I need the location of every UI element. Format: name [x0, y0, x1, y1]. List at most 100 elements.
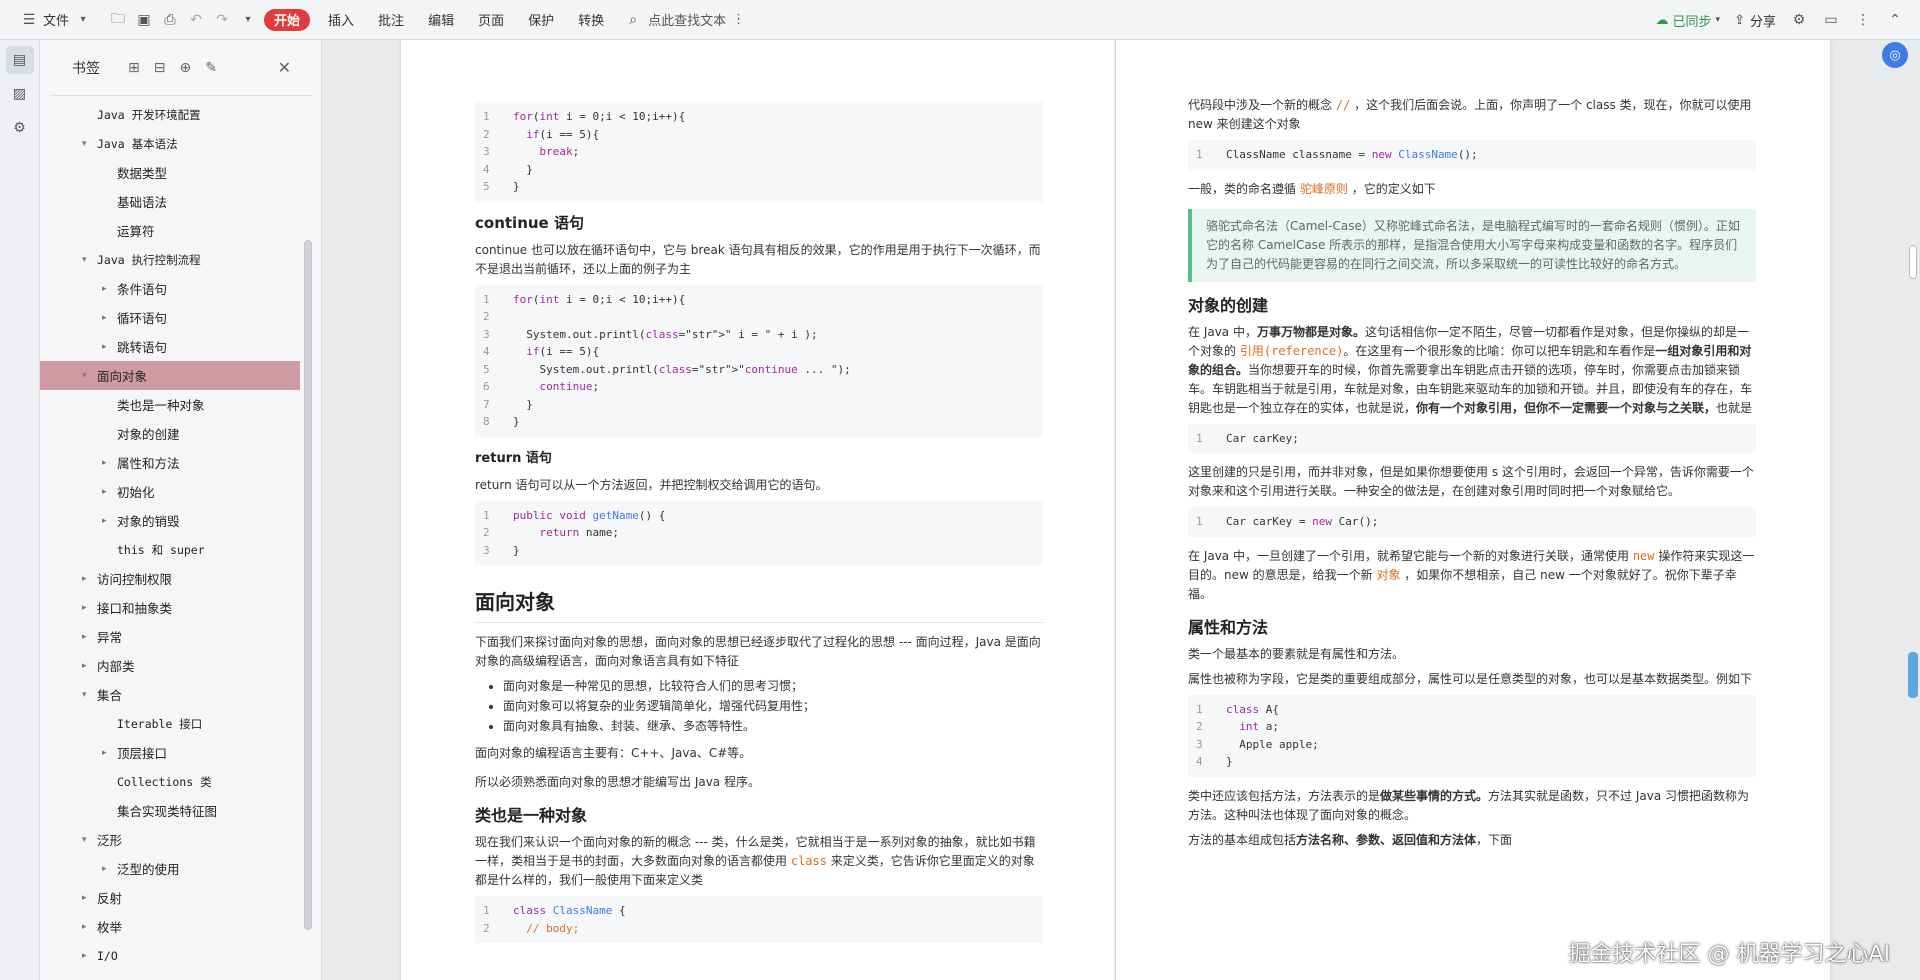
tools-icon[interactable]: ⚙	[6, 114, 34, 142]
undo-icon[interactable]: ↶	[186, 11, 206, 29]
bookmark-item[interactable]: ▾ 集合	[40, 680, 300, 709]
scroll-thumb[interactable]	[304, 240, 312, 930]
redo-icon[interactable]: ↷	[212, 11, 232, 29]
expanded-arrow-icon[interactable]: ▾	[82, 371, 94, 381]
print-icon[interactable]: ⎙	[160, 11, 180, 29]
zoom-slider[interactable]	[1908, 652, 1918, 698]
expanded-arrow-icon[interactable]: ▾	[82, 835, 94, 845]
bookmark-item[interactable]: ▸ 接口和抽象类	[40, 593, 300, 622]
line-number: 3	[483, 327, 490, 341]
collapse-all-icon[interactable]: ⊟	[154, 60, 166, 76]
code-line: 3 System.out.printl(class="str">" i = " …	[483, 326, 1035, 344]
collapse-icon[interactable]: ⌃	[1886, 11, 1904, 29]
bookmark-item[interactable]: ▸ 枚举	[40, 912, 300, 941]
bookmark-item[interactable]: 集合实现类特征图	[40, 796, 300, 825]
paragraph: 面向对象的编程语言主要有：C++、Java、C#等。	[475, 746, 752, 760]
bookmark-label: I/O	[97, 948, 118, 963]
bookmark-item[interactable]: ▸ 异常	[40, 622, 300, 651]
code-line: 4 if(i == 5){	[483, 343, 1035, 361]
collapsed-arrow-icon[interactable]: ▸	[82, 951, 94, 961]
expanded-arrow-icon[interactable]: ▾	[82, 255, 94, 265]
find-text-box[interactable]: ⌕ 点此查找文本 ⋮	[624, 10, 745, 30]
bookmark-item[interactable]: this 和 super	[40, 535, 300, 564]
collapsed-arrow-icon[interactable]: ▸	[82, 922, 94, 932]
collapsed-arrow-icon[interactable]: ▸	[82, 893, 94, 903]
bookmark-item[interactable]: ▸ 跳转语句	[40, 332, 300, 361]
collapsed-arrow-icon[interactable]: ▸	[102, 487, 114, 497]
bookmark-item[interactable]: ▸ 反射	[40, 883, 300, 912]
document-scrollbar[interactable]	[1906, 40, 1920, 980]
scroll-thumb[interactable]	[1909, 245, 1917, 279]
assistant-icon[interactable]: ◎	[1882, 42, 1908, 68]
bold-text: 方法名称、参数、返回值和方法体	[1296, 832, 1477, 847]
collapsed-arrow-icon[interactable]: ▸	[102, 342, 114, 352]
bookmark-item[interactable]: ▸ 条件语句	[40, 274, 300, 303]
tab-insert[interactable]: 插入	[316, 10, 366, 29]
expanded-arrow-icon[interactable]: ▾	[82, 690, 94, 700]
sync-status[interactable]: ☁ 已同步 ▾	[1656, 11, 1721, 30]
code-text: System.out.printl(class="str">" i = " + …	[513, 327, 818, 341]
bookmark-item[interactable]: ▾ Java 基本语法	[40, 129, 300, 158]
settings-icon[interactable]: ⚙	[1790, 11, 1808, 29]
bookmark-item[interactable]: ▾ Java 执行控制流程	[40, 245, 300, 274]
collapsed-arrow-icon[interactable]: ▸	[102, 748, 114, 758]
bookmark-label: 对象的创建	[117, 427, 180, 442]
expand-all-icon[interactable]: ⊞	[128, 60, 140, 76]
bookmark-label: 接口和抽象类	[97, 601, 173, 616]
collapsed-arrow-icon[interactable]: ▸	[102, 864, 114, 874]
search-icon: ⌕	[629, 11, 638, 28]
bookmark-item[interactable]: ▾ 泛形	[40, 825, 300, 854]
bookmark-item[interactable]: Collections 类	[40, 767, 300, 796]
bookmark-item[interactable]: 数据类型	[40, 158, 300, 187]
bookmark-item[interactable]: ▾ 面向对象	[40, 361, 300, 390]
tab-edit[interactable]: 编辑	[416, 10, 466, 29]
bookmark-item[interactable]: ▸ 初始化	[40, 477, 300, 506]
add-bookmark-icon[interactable]: ⊕	[179, 60, 191, 76]
more-icon[interactable]: ⋮	[1854, 11, 1872, 29]
bookmark-item[interactable]: 对象的创建	[40, 419, 300, 448]
bookmark-item[interactable]: ▸ 内部类	[40, 651, 300, 680]
bookmark-item[interactable]: ▸ 泛型的使用	[40, 854, 300, 883]
collapsed-arrow-icon[interactable]: ▸	[102, 516, 114, 526]
tab-convert[interactable]: 转换	[566, 10, 616, 29]
file-menu[interactable]: ☰ 文件 ▾	[12, 6, 100, 34]
bookmark-item[interactable]: 类也是一种对象	[40, 390, 300, 419]
collapsed-arrow-icon[interactable]: ▸	[82, 632, 94, 642]
bookmark-item[interactable]: Iterable 接口	[40, 709, 300, 738]
bookmark-item[interactable]: ▸ 顶层接口	[40, 738, 300, 767]
bookmark-item[interactable]: ▸ 循环语句	[40, 303, 300, 332]
line-number: 3	[1196, 737, 1203, 751]
collapsed-arrow-icon[interactable]: ▸	[82, 603, 94, 613]
bookmark-item[interactable]: 基础语法	[40, 187, 300, 216]
bookmark-item[interactable]: Java 开发环境配置	[40, 100, 300, 129]
edit-bookmark-icon[interactable]: ✎	[205, 60, 217, 76]
collapsed-arrow-icon[interactable]: ▸	[102, 284, 114, 294]
close-icon[interactable]: ✕	[278, 58, 291, 77]
expanded-arrow-icon[interactable]: ▾	[82, 139, 94, 149]
bookmark-panel-icon[interactable]: ▤	[5, 46, 34, 74]
comment-icon[interactable]: ▭	[1822, 11, 1840, 29]
code-text: Car carKey;	[1226, 431, 1299, 445]
list-item: 面向对象是一种常见的思想，比较符合人们的思考习惯；	[503, 677, 1043, 696]
collapsed-arrow-icon[interactable]: ▸	[102, 458, 114, 468]
share-button[interactable]: ⇪ 分享	[1734, 6, 1776, 34]
tab-start[interactable]: 开始	[264, 8, 311, 31]
save-icon[interactable]: ▣	[134, 11, 154, 29]
open-folder-icon[interactable]: 🗀	[108, 11, 128, 29]
tab-page[interactable]: 页面	[466, 10, 516, 29]
bookmark-item[interactable]: 运算符	[40, 216, 300, 245]
bookmark-item[interactable]: ▸ I/O	[40, 941, 300, 970]
tab-comment[interactable]: 批注	[366, 10, 416, 29]
collapsed-arrow-icon[interactable]: ▸	[82, 661, 94, 671]
collapsed-arrow-icon[interactable]: ▸	[82, 574, 94, 584]
collapsed-arrow-icon[interactable]: ▸	[102, 313, 114, 323]
code-text: break;	[539, 145, 580, 158]
more-chevron-icon[interactable]: ▾	[238, 11, 258, 29]
thumbnail-icon[interactable]: ▨	[6, 80, 34, 108]
bookmark-scrollbar[interactable]	[302, 140, 314, 980]
bookmark-item[interactable]: ▸ 对象的销毁	[40, 506, 300, 535]
bookmark-item[interactable]: ▸ 访问控制权限	[40, 564, 300, 593]
more-vertical-icon[interactable]: ⋮	[732, 12, 745, 27]
bookmark-item[interactable]: ▸ 属性和方法	[40, 448, 300, 477]
tab-protect[interactable]: 保护	[516, 10, 566, 29]
